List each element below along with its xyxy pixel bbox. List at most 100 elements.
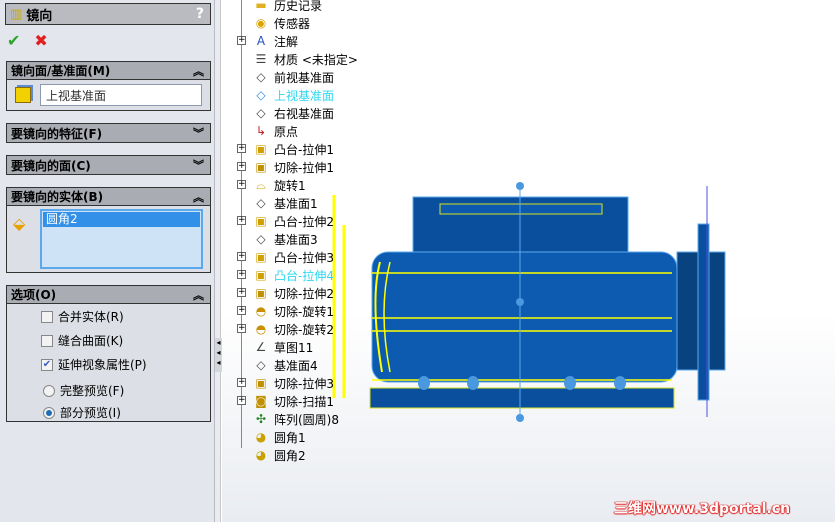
propagate-label: 延伸视象属性(P) (58, 358, 147, 372)
expand-icon[interactable]: ︾ (193, 157, 204, 173)
plane-icon: ◇ (256, 106, 266, 120)
tree-item-label: 注解 (274, 34, 299, 49)
propagate-option[interactable]: ✔ 延伸视象属性(P) (41, 356, 147, 373)
merge-checkbox[interactable] (41, 310, 53, 323)
tree-item-label: 圆角1 (274, 430, 306, 445)
list-item[interactable]: 圆角2 (43, 212, 200, 227)
help-button[interactable]: ? (196, 6, 204, 22)
drag-handle[interactable] (516, 298, 524, 306)
mirror-plane-section: 镜向面/基准面(M) ︽ 上视基准面 (6, 61, 211, 111)
plane-cube-icon (15, 87, 31, 103)
faces-section: 要镜向的面(C) ︾ (6, 155, 211, 175)
tree-item-label: 原点 (274, 124, 299, 139)
expand-icon[interactable]: ︾ (193, 125, 204, 141)
cut-extrude-icon: ▣ (255, 160, 267, 174)
sensor-folder-icon: ◉ (255, 16, 267, 30)
property-manager: ▥ 镜向 ? ✔ ✖ 镜向面/基准面(M) ︽ 上视基准面 要镜向的特征(F) ︾ … (0, 0, 215, 522)
collapse-icon[interactable]: ︽ (193, 189, 204, 205)
expand-icon[interactable]: + (237, 378, 246, 387)
features-section: 要镜向的特征(F) ︾ (6, 123, 211, 143)
drag-handle[interactable] (516, 414, 524, 422)
plane-icon: ◇ (256, 232, 266, 246)
plane-icon: ◇ (256, 88, 266, 102)
cut-revolve-icon: ◓ (255, 322, 267, 336)
tree-item-label: 基准面4 (274, 358, 318, 373)
section-header[interactable]: 要镜向的特征(F) (11, 125, 102, 142)
expand-icon[interactable]: + (237, 144, 246, 153)
top-flange (439, 203, 603, 215)
tree-item-label: 基准面3 (274, 232, 318, 247)
expand-icon[interactable]: + (237, 288, 246, 297)
tree-item-label: 凸台-拉伸3 (274, 250, 334, 265)
expand-icon[interactable]: + (237, 36, 246, 45)
tree-item-label: 凸台-拉伸4 (274, 268, 334, 283)
revolve-icon: ⌓ (256, 178, 266, 192)
expand-icon[interactable]: + (237, 396, 246, 405)
fillet-icon: ◕ (255, 430, 267, 444)
cut-extrude-icon: ▣ (255, 376, 267, 390)
tree-item-label: 切除-旋转1 (274, 304, 334, 319)
section-header[interactable]: 选项(O) (11, 286, 56, 303)
partial-preview-option[interactable]: 部分预览(I) (43, 404, 121, 421)
knit-option[interactable]: 缝合曲面(K) (41, 332, 123, 349)
bodies-section: 要镜向的实体(B) ︽ ⬙ 圆角2 (6, 187, 211, 273)
plane-icon: ◇ (256, 196, 266, 210)
plane-icon: ◇ (256, 358, 266, 372)
full-preview-radio[interactable] (43, 384, 55, 397)
boss-extrude-icon: ▣ (255, 268, 267, 282)
tree-item-label: 旋转1 (274, 178, 306, 193)
ok-button[interactable]: ✔ (7, 31, 20, 50)
expand-icon[interactable]: + (237, 252, 246, 261)
cancel-button[interactable]: ✖ (34, 31, 47, 50)
panel-splitter[interactable] (215, 0, 221, 522)
tree-item-label: 阵列(圆周)8 (274, 412, 339, 427)
expand-icon[interactable]: + (237, 306, 246, 315)
knit-checkbox[interactable] (41, 334, 53, 347)
merge-option[interactable]: 合并实体(R) (41, 308, 124, 325)
tree-item-label: 切除-旋转2 (274, 322, 334, 337)
mirror-plane-field[interactable]: 上视基准面 (40, 84, 202, 106)
watermark: 三维网www.3dportal.cn (614, 501, 791, 517)
merge-label: 合并实体(R) (58, 310, 124, 324)
tree-item-label: 前视基准面 (274, 70, 335, 85)
tree-item-label: 传感器 (274, 16, 311, 31)
annotation-folder-icon: A (256, 34, 266, 48)
expand-icon[interactable]: + (237, 216, 246, 225)
graphics-area[interactable]: ▬ 历史记录 ◉ 传感器 + A 注解 ☰ 材质 <未指定> ◇ 前视基准面 ◇ 上视基准面 ◇ 右视基准面… (222, 0, 835, 522)
propagate-checkbox[interactable]: ✔ (41, 358, 53, 371)
boss-extrude-icon: ▣ (255, 142, 267, 156)
tree-item-label: 基准面1 (274, 196, 318, 211)
partial-preview-radio[interactable] (43, 406, 55, 419)
fillet-icon: ◕ (255, 448, 267, 462)
section-header[interactable]: 要镜向的实体(B) (11, 188, 103, 205)
full-preview-option[interactable]: 完整预览(F) (43, 382, 124, 399)
section-header[interactable]: 镜向面/基准面(M) (11, 62, 110, 79)
tree-item-label: 草图11 (274, 340, 314, 355)
material-icon: ☰ (255, 52, 267, 66)
body-pin-icon: ⬙ (13, 214, 26, 233)
expand-icon[interactable]: + (237, 180, 246, 189)
circular-pattern-icon: ✣ (255, 412, 267, 426)
expand-icon[interactable]: + (237, 270, 246, 279)
bodies-list[interactable]: 圆角2 (40, 209, 203, 269)
drag-handle[interactable] (516, 182, 524, 190)
tree-item-label: 切除-拉伸1 (274, 160, 334, 175)
tree-item-label: 切除-拉伸2 (274, 286, 334, 301)
collapse-icon[interactable]: ︽ (193, 63, 204, 79)
tree-item-label: 切除-拉伸3 (274, 376, 334, 391)
partial-preview-label: 部分预览(I) (60, 406, 121, 420)
expand-icon[interactable]: + (237, 324, 246, 333)
collapse-panel-handle[interactable]: ◂ ◂ ◂ (215, 338, 222, 372)
origin-icon: ↳ (255, 124, 267, 138)
tree-item-label: 切除-扫描1 (274, 394, 334, 409)
expand-icon[interactable]: + (237, 162, 246, 171)
cut-sweep-icon: ◙ (255, 394, 267, 408)
sketch-icon: ∠ (255, 340, 267, 354)
panel-title: 镜向 (26, 8, 53, 24)
cut-revolve-icon: ◓ (255, 304, 267, 318)
tree-item-label: 右视基准面 (274, 106, 335, 121)
section-header[interactable]: 要镜向的面(C) (11, 157, 91, 174)
knit-label: 缝合曲面(K) (58, 334, 124, 348)
cut-extrude-icon: ▣ (255, 286, 267, 300)
collapse-icon[interactable]: ︽ (193, 287, 204, 303)
